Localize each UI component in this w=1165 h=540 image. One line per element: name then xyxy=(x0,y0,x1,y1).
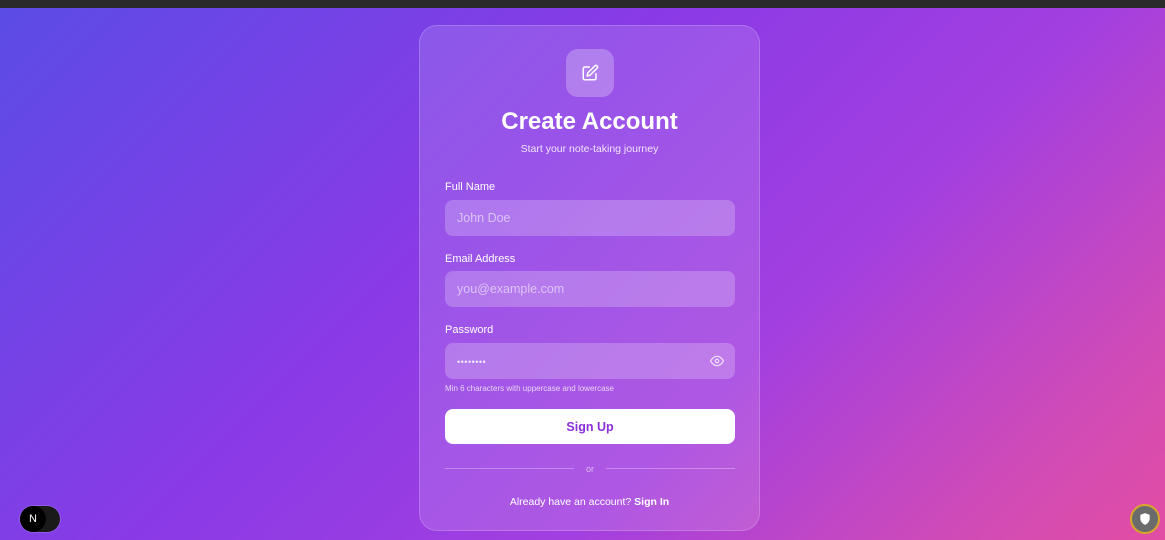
shield-extension-icon[interactable] xyxy=(1130,504,1160,534)
sign-up-button[interactable]: Sign Up xyxy=(445,409,735,444)
page-title: Create Account xyxy=(501,108,678,135)
divider-line-right xyxy=(606,468,736,469)
email-label: Email Address xyxy=(445,253,516,265)
sign-in-prompt: Already have an account? Sign In xyxy=(420,496,759,508)
email-input[interactable] xyxy=(445,271,735,307)
browser-top-edge xyxy=(0,0,1165,8)
signup-card: Create Account Start your note-taking jo… xyxy=(419,25,760,531)
password-hint: Min 6 characters with uppercase and lowe… xyxy=(445,384,614,393)
password-masked-value: •••••••• xyxy=(457,357,487,367)
dev-tools-letter: N xyxy=(20,506,46,532)
divider-line-left xyxy=(445,468,574,469)
dev-tools-badge[interactable]: N xyxy=(20,506,60,532)
sign-in-prompt-text: Already have an account? xyxy=(509,496,632,508)
sign-in-link[interactable]: Sign In xyxy=(634,496,669,508)
page-subtitle: Start your note-taking journey xyxy=(520,143,659,155)
or-divider: or xyxy=(445,464,736,474)
password-label: Password xyxy=(445,324,494,336)
divider-text: or xyxy=(586,463,595,474)
password-input[interactable] xyxy=(445,343,735,379)
full-name-input[interactable] xyxy=(445,200,735,236)
full-name-label: Full Name xyxy=(445,181,496,193)
edit-note-icon xyxy=(566,49,614,97)
eye-icon[interactable] xyxy=(709,353,725,369)
